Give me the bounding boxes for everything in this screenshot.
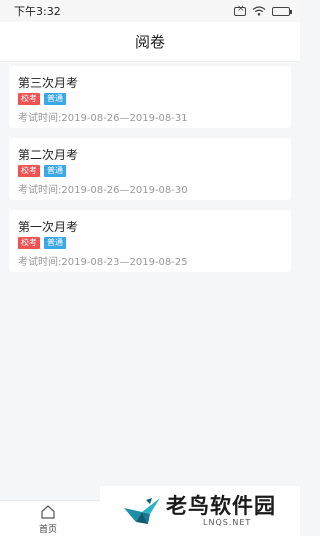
- nav-bar: 阅卷: [0, 22, 300, 62]
- exam-title: 第三次月考: [18, 76, 79, 90]
- exam-tags: 校考 普通: [18, 165, 282, 177]
- home-icon: [41, 505, 55, 519]
- page-title: 阅卷: [134, 33, 165, 51]
- exam-card[interactable]: 第三次月考 校考 普通 考试时间:2019-08-26—2019-08-31: [9, 66, 291, 128]
- exam-time: 考试时间:2019-08-23—2019-08-25: [18, 257, 188, 268]
- tab-home-label: 首页: [38, 525, 57, 535]
- school-exam-tag: 校考: [18, 237, 40, 249]
- exam-title: 第二次月考: [18, 148, 79, 162]
- normal-tag: 普通: [44, 165, 66, 177]
- normal-tag: 普通: [44, 237, 66, 249]
- exam-time: 考试时间:2019-08-26—2019-08-31: [18, 113, 188, 124]
- exam-tags: 校考 普通: [18, 237, 282, 249]
- watermark-domain: LNQS.NET: [203, 518, 252, 527]
- sim-icon: [234, 4, 246, 16]
- exam-time: 考试时间:2019-08-26—2019-08-30: [18, 185, 188, 196]
- battery-icon: [272, 6, 292, 16]
- watermark-name: 老鸟软件园: [166, 494, 276, 518]
- school-exam-tag: 校考: [18, 165, 40, 177]
- school-exam-tag: 校考: [18, 93, 40, 105]
- status-icons: [234, 4, 292, 16]
- tab-home[interactable]: 首页: [28, 504, 68, 536]
- status-bar: 下午3:32: [0, 0, 300, 22]
- bird-logo-icon: [124, 498, 160, 524]
- wifi-icon: [252, 6, 266, 16]
- exam-card[interactable]: 第二次月考 校考 普通 考试时间:2019-08-26—2019-08-30: [9, 138, 291, 200]
- status-time: 下午3:32: [14, 5, 61, 18]
- exam-card[interactable]: 第一次月考 校考 普通 考试时间:2019-08-23—2019-08-25: [9, 210, 291, 272]
- exam-tags: 校考 普通: [18, 93, 282, 105]
- normal-tag: 普通: [44, 93, 66, 105]
- exam-title: 第一次月考: [18, 220, 79, 234]
- watermark: 老鸟软件园 LNQS.NET: [100, 486, 300, 536]
